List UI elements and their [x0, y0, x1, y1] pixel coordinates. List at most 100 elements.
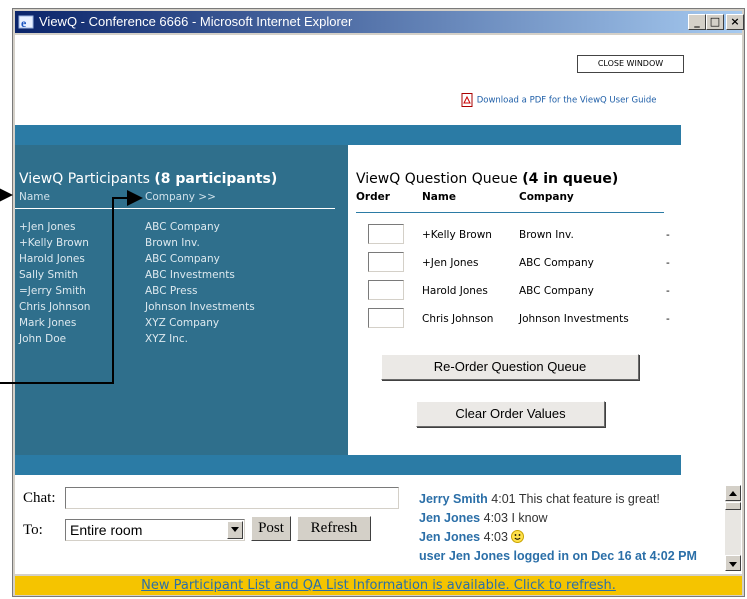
queue-row: +Kelly Brown Brown Inv. -: [348, 224, 681, 248]
chat-author: Jen Jones: [419, 511, 481, 525]
pdf-link-text[interactable]: Download a PDF for the ViewQ User Guide: [477, 96, 657, 106]
participants-title: ViewQ Participants (8 participants): [19, 171, 277, 187]
order-input[interactable]: [368, 308, 404, 328]
participant-company: Brown Inv.: [145, 237, 200, 249]
chat-time: 4:03: [483, 511, 508, 525]
participants-panel: ViewQ Participants (8 participants) Name…: [15, 145, 348, 455]
participant-name: +Jen Jones: [19, 221, 76, 233]
participant-company: XYZ Inc.: [145, 333, 188, 345]
participants-divider: [15, 208, 335, 209]
queue-title-text: ViewQ Question Queue: [356, 171, 518, 187]
participants-title-text: ViewQ Participants: [19, 171, 150, 187]
smiley-icon: [511, 530, 525, 543]
queue-company: ABC Company: [519, 285, 594, 297]
chat-input[interactable]: [65, 487, 399, 509]
participants-count: (8 participants): [154, 171, 278, 187]
recipient-select[interactable]: Entire room: [65, 519, 245, 541]
window-title: ViewQ - Conference 6666 - Microsoft Inte…: [39, 14, 353, 29]
chevron-down-icon: [729, 562, 737, 567]
pdf-icon: [461, 93, 473, 107]
chat-text: This chat feature is great!: [518, 492, 660, 506]
participant-company: ABC Investments: [145, 269, 235, 281]
dropdown-arrow[interactable]: [227, 521, 243, 539]
participant-company: ABC Company: [145, 221, 220, 233]
scroll-up-button[interactable]: [725, 485, 741, 501]
queue-company-header: Company: [519, 191, 574, 203]
order-input[interactable]: [368, 224, 404, 244]
participant-name: +Kelly Brown: [19, 237, 89, 249]
scroll-thumb[interactable]: [725, 502, 741, 510]
bottom-divider-bar: [15, 455, 681, 475]
participant-name: Mark Jones: [19, 317, 77, 329]
participant-name: Harold Jones: [19, 253, 85, 265]
ie-logo-icon: e: [18, 15, 34, 30]
question-queue-panel: ViewQ Question Queue (4 in queue) Order …: [348, 145, 681, 455]
pdf-download-link[interactable]: Download a PDF for the ViewQ User Guide: [461, 93, 656, 107]
queue-company: ABC Company: [519, 257, 594, 269]
queue-company: Johnson Investments: [519, 313, 629, 325]
clear-order-button[interactable]: Clear Order Values: [416, 401, 605, 427]
minimize-button[interactable]: _: [688, 14, 706, 30]
scroll-down-button[interactable]: [725, 555, 741, 571]
refresh-button[interactable]: Refresh: [297, 516, 371, 541]
participants-name-header[interactable]: Name: [19, 191, 50, 203]
chat-time: 4:03: [483, 530, 508, 544]
queue-dash: -: [666, 229, 670, 241]
queue-divider: [356, 212, 664, 213]
chat-scrollbar[interactable]: [725, 485, 741, 571]
queue-name: +Jen Jones: [422, 257, 479, 269]
queue-name: +Kelly Brown: [422, 229, 492, 241]
participant-name: Chris Johnson: [19, 301, 91, 313]
order-input[interactable]: [368, 252, 404, 272]
participant-name: =Jerry Smith: [19, 285, 86, 297]
queue-title: ViewQ Question Queue (4 in queue): [356, 171, 618, 187]
page-content: CLOSE WINDOW Download a PDF for the View…: [15, 35, 742, 482]
chat-system-message: user Jen Jones logged in on Dec 16 at 4:…: [419, 549, 697, 563]
participant-name-list: +Jen Jones +Kelly Brown Harold Jones Sal…: [19, 219, 90, 347]
queue-name: Harold Jones: [422, 285, 488, 297]
maximize-button[interactable]: □: [706, 14, 724, 30]
recipient-selected: Entire room: [70, 522, 143, 538]
chat-label: Chat:: [23, 490, 56, 506]
queue-row: Chris Johnson Johnson Investments -: [348, 308, 681, 332]
participant-name: Sally Smith: [19, 269, 79, 281]
queue-row: +Jen Jones ABC Company -: [348, 252, 681, 276]
queue-name: Chris Johnson: [422, 313, 494, 325]
participant-company: XYZ Company: [145, 317, 220, 329]
close-window-control[interactable]: ×: [726, 14, 744, 30]
chat-time: 4:01: [491, 492, 516, 506]
to-label: To:: [23, 522, 43, 538]
queue-dash: -: [666, 285, 670, 297]
top-divider-bar: [15, 125, 681, 145]
participant-company: ABC Company: [145, 253, 220, 265]
close-window-button[interactable]: CLOSE WINDOW: [577, 55, 684, 73]
participant-name: John Doe: [19, 333, 67, 345]
participant-company: ABC Press: [145, 285, 198, 297]
queue-row: Harold Jones ABC Company -: [348, 280, 681, 304]
queue-company: Brown Inv.: [519, 229, 574, 241]
svg-text:e: e: [21, 16, 27, 30]
chat-log: Jerry Smith 4:01 This chat feature is gr…: [419, 490, 719, 566]
reorder-queue-button[interactable]: Re-Order Question Queue: [381, 354, 639, 380]
chevron-down-icon: [231, 527, 239, 532]
chat-message: Jen Jones 4:03: [419, 528, 719, 547]
chat-area: Chat: To: Entire room Post Refresh Jerry…: [15, 482, 742, 574]
chat-author: Jen Jones: [419, 530, 481, 544]
chat-text: I know: [511, 511, 548, 525]
order-input[interactable]: [368, 280, 404, 300]
participants-company-header[interactable]: Company >>: [145, 191, 216, 203]
queue-count: (4 in queue): [522, 171, 619, 187]
post-button[interactable]: Post: [251, 516, 291, 541]
browser-window: e ViewQ - Conference 6666 - Microsoft In…: [12, 8, 745, 597]
queue-name-header: Name: [422, 191, 456, 203]
participant-company-list: ABC Company Brown Inv. ABC Company ABC I…: [145, 219, 255, 347]
chevron-up-icon: [729, 491, 737, 496]
chat-message: Jen Jones 4:03 I know: [419, 509, 719, 528]
queue-dash: -: [666, 257, 670, 269]
refresh-notice-link[interactable]: New Participant List and QA List Informa…: [15, 576, 742, 595]
queue-dash: -: [666, 313, 670, 325]
queue-order-header: Order: [356, 191, 390, 203]
chat-message: Jerry Smith 4:01 This chat feature is gr…: [419, 490, 719, 509]
participant-company: Johnson Investments: [145, 301, 255, 313]
chat-author: Jerry Smith: [419, 492, 488, 506]
